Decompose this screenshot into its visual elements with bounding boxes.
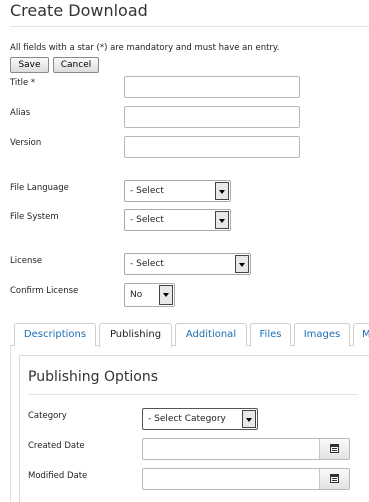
chevron-down-icon	[159, 285, 173, 305]
created-date-label: Created Date	[28, 441, 85, 451]
file-language-value: - Select	[130, 186, 164, 196]
tab-more[interactable]: M	[353, 323, 369, 346]
file-language-select[interactable]: - Select	[124, 180, 231, 202]
chevron-down-icon	[215, 211, 229, 229]
save-button[interactable]: Save	[10, 57, 49, 73]
calendar-icon	[330, 444, 339, 453]
title-divider	[10, 26, 369, 27]
file-system-select[interactable]: - Select	[124, 209, 231, 231]
modified-date-calendar-button[interactable]	[319, 469, 349, 489]
modified-date-field[interactable]	[142, 468, 350, 490]
tab-panel-border	[10, 346, 11, 502]
tab-additional[interactable]: Additional	[175, 323, 247, 346]
title-input[interactable]	[124, 76, 300, 98]
tab-files[interactable]: Files	[250, 323, 291, 346]
cancel-button[interactable]: Cancel	[53, 57, 99, 73]
version-input[interactable]	[124, 136, 300, 158]
license-label: License	[10, 256, 43, 266]
alias-input[interactable]	[124, 106, 300, 128]
confirm-license-value: No	[130, 290, 143, 300]
file-system-value: - Select	[130, 215, 164, 225]
publishing-divider	[28, 394, 358, 395]
confirm-license-select[interactable]: No	[124, 283, 175, 307]
chevron-down-icon	[215, 182, 229, 200]
version-label: Version	[10, 138, 42, 148]
file-language-label: File Language	[10, 183, 69, 193]
mandatory-note: All fields with a star (*) are mandatory…	[10, 43, 280, 53]
confirm-license-label: Confirm License	[10, 286, 79, 296]
modified-date-label: Modified Date	[28, 471, 88, 481]
publishing-options-title: Publishing Options	[28, 369, 159, 385]
category-label: Category	[28, 411, 67, 421]
chevron-down-icon	[235, 255, 249, 273]
category-value: - Select Category	[148, 414, 226, 424]
created-date-field[interactable]	[142, 438, 350, 460]
page-title: Create Download	[10, 1, 148, 20]
license-select[interactable]: - Select	[124, 253, 251, 275]
category-select[interactable]: - Select Category	[142, 408, 258, 430]
alias-label: Alias	[10, 108, 31, 118]
license-value: - Select	[130, 259, 164, 269]
chevron-down-icon	[242, 410, 256, 428]
title-label: Title *	[10, 78, 36, 88]
created-date-calendar-button[interactable]	[319, 439, 349, 459]
file-system-label: File System	[10, 212, 59, 222]
tab-publishing[interactable]: Publishing	[99, 323, 172, 347]
tab-images[interactable]: Images	[294, 323, 350, 346]
tab-descriptions[interactable]: Descriptions	[14, 323, 96, 346]
calendar-icon	[330, 474, 339, 483]
